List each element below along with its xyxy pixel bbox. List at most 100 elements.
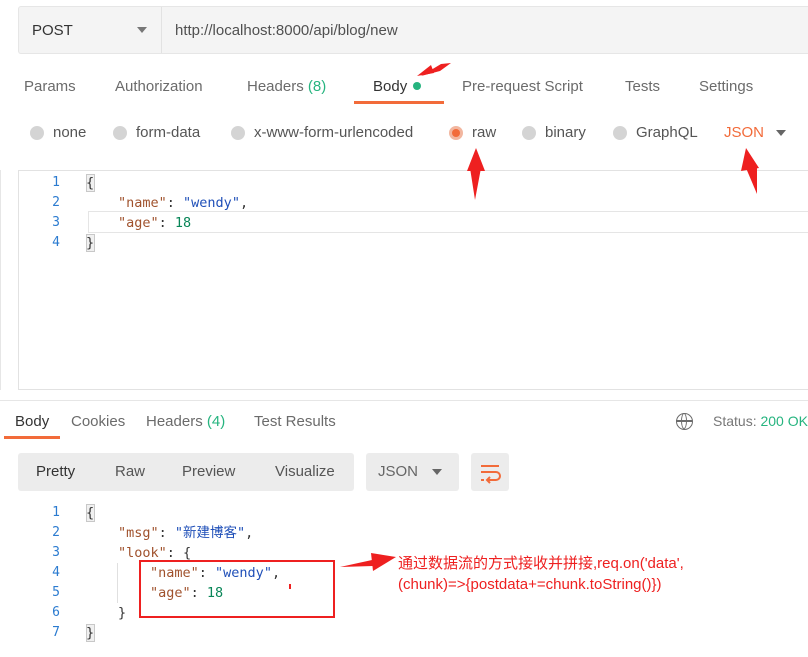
line-number: 4 xyxy=(52,565,60,580)
view-mode-group: Pretty Raw Preview Visualize xyxy=(18,453,354,491)
resp-tab-headers-label: Headers xyxy=(146,413,203,430)
radio-icon xyxy=(113,125,127,140)
tab-settings[interactable]: Settings xyxy=(699,78,753,95)
brace: } xyxy=(86,235,95,251)
annotation-text: 通过数据流的方式接收并拼接,req.on('data', (chunk)=>{p… xyxy=(398,553,684,595)
line-number: 2 xyxy=(52,195,60,210)
response-format-label: JSON xyxy=(378,463,419,480)
wrap-lines-button[interactable] xyxy=(471,453,509,491)
annotation-line-1: 通过数据流的方式接收并拼接,req.on('data', xyxy=(398,555,684,572)
code-line: { xyxy=(86,173,94,193)
body-type-options: none form-data x-www-form-urlencoded raw… xyxy=(0,120,808,148)
view-raw-button[interactable]: Raw xyxy=(115,463,145,480)
radio-graphql-label: GraphQL xyxy=(636,124,698,141)
url-input[interactable] xyxy=(162,7,808,53)
annotation-arrow xyxy=(340,560,373,567)
method-select[interactable]: POST xyxy=(19,7,162,53)
indent-guide xyxy=(117,563,118,603)
radio-urlencoded-label: x-www-form-urlencoded xyxy=(254,124,414,141)
brace: } xyxy=(118,605,127,621)
json-key: "age" xyxy=(118,215,159,231)
resp-tab-test-results[interactable]: Test Results xyxy=(254,413,336,430)
tab-params[interactable]: Params xyxy=(24,78,76,95)
json-string: "wendy" xyxy=(183,195,240,211)
chevron-down-icon xyxy=(776,130,786,136)
tab-body-label: Body xyxy=(373,78,408,95)
active-tab-underline xyxy=(354,101,444,104)
radio-none-label: none xyxy=(53,124,87,141)
raw-format-select[interactable]: JSON xyxy=(724,124,764,141)
radio-binary-label: binary xyxy=(545,124,586,141)
panel-edge xyxy=(0,170,1,390)
tab-pre-request-script[interactable]: Pre-request Script xyxy=(462,78,583,95)
tab-headers-count: (8) xyxy=(307,78,327,95)
annotation-arrow xyxy=(741,148,759,171)
tab-tests[interactable]: Tests xyxy=(625,78,660,95)
resp-tab-cookies[interactable]: Cookies xyxy=(71,413,125,430)
resp-tab-body[interactable]: Body xyxy=(15,413,49,430)
code-line: "name": "wendy", xyxy=(118,195,249,211)
line-number: 7 xyxy=(52,625,60,640)
code-line: "msg": "新建博客", xyxy=(118,525,254,541)
resp-tab-headers-count: (4) xyxy=(206,413,226,430)
brace: } xyxy=(86,625,95,641)
annotation-highlight-box xyxy=(139,560,335,618)
radio-icon xyxy=(231,125,245,140)
code-line: } xyxy=(86,233,94,253)
view-preview-button[interactable]: Preview xyxy=(182,463,235,480)
radio-raw[interactable]: raw xyxy=(449,124,496,141)
globe-icon[interactable] xyxy=(676,413,693,430)
brace: { xyxy=(86,505,95,521)
brace: { xyxy=(86,175,95,191)
line-number: 1 xyxy=(52,505,60,520)
json-key: "name" xyxy=(118,195,167,211)
code-line: } xyxy=(86,623,94,643)
request-tabs: Params Authorization Headers (8) Body Pr… xyxy=(0,70,808,106)
status-indicator: Status: 200 OK xyxy=(713,413,808,429)
current-line-highlight xyxy=(88,211,808,233)
annotation-arrow xyxy=(371,553,396,571)
status-value: 200 OK xyxy=(760,413,808,429)
wrap-lines-icon xyxy=(481,465,501,484)
line-number: 5 xyxy=(52,585,60,600)
tab-authorization[interactable]: Authorization xyxy=(115,78,203,95)
tab-headers-label: Headers xyxy=(247,78,304,95)
code-line: } xyxy=(118,603,126,623)
view-pretty-button[interactable]: Pretty xyxy=(36,463,75,480)
radio-checked-icon xyxy=(449,125,463,140)
radio-none[interactable]: none xyxy=(30,124,86,141)
code-line: { xyxy=(86,503,94,523)
radio-x-www-form-urlencoded[interactable]: x-www-form-urlencoded xyxy=(231,124,413,141)
json-key: "look" xyxy=(118,545,167,561)
line-number: 3 xyxy=(52,215,60,230)
tab-headers[interactable]: Headers (8) xyxy=(247,78,326,95)
radio-icon xyxy=(522,125,536,140)
resp-tab-headers[interactable]: Headers (4) xyxy=(146,413,225,430)
url-bar: POST xyxy=(18,6,808,54)
view-visualize-button[interactable]: Visualize xyxy=(275,463,335,480)
body-indicator-dot xyxy=(413,82,422,90)
json-key: "msg" xyxy=(118,525,159,541)
method-label: POST xyxy=(32,21,73,39)
radio-graphql[interactable]: GraphQL xyxy=(613,124,698,141)
json-string: "新建博客" xyxy=(174,525,246,541)
active-tab-underline xyxy=(4,436,60,439)
radio-icon xyxy=(30,125,44,140)
line-number: 6 xyxy=(52,605,60,620)
radio-icon xyxy=(613,125,627,140)
chevron-down-icon xyxy=(432,469,442,475)
line-number: 1 xyxy=(52,175,60,190)
status-label: Status: xyxy=(713,413,757,429)
section-divider xyxy=(0,400,808,401)
radio-raw-label: raw xyxy=(472,124,497,141)
line-number: 3 xyxy=(52,545,60,560)
code-line: "age": 18 xyxy=(118,215,192,231)
line-number: 4 xyxy=(52,235,60,250)
chevron-down-icon xyxy=(137,27,147,33)
tab-body[interactable]: Body xyxy=(373,78,422,95)
radio-form-data[interactable]: form-data xyxy=(113,124,200,141)
response-format-select[interactable]: JSON xyxy=(366,453,459,491)
annotation-line-2: (chunk)=>{postdata+=chunk.toString()}) xyxy=(398,576,662,593)
radio-binary[interactable]: binary xyxy=(522,124,586,141)
annotation-arrow xyxy=(467,148,485,171)
